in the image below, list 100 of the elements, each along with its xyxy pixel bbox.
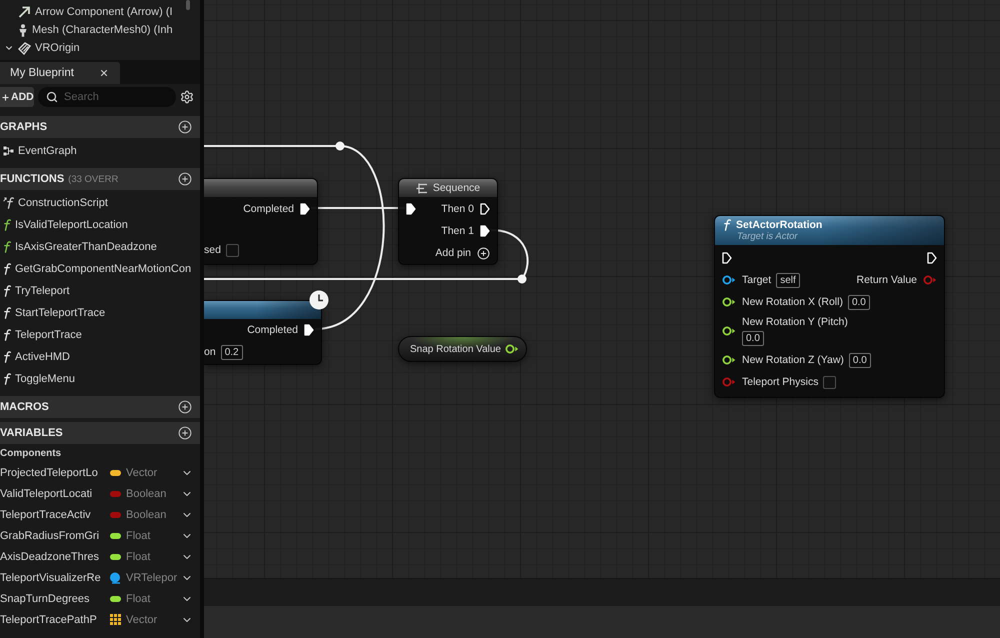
variable-name[interactable]: ProjectedTeleportLo <box>0 466 106 478</box>
variable-name[interactable]: TeleportTracePathP <box>0 614 106 626</box>
function-item[interactable]: IsAxisGreaterThanDeadzone <box>0 236 200 258</box>
scrollbar-thumb[interactable] <box>186 0 190 10</box>
section-header[interactable]: VARIABLES <box>0 422 200 444</box>
pin-label: Then 0 <box>441 203 474 215</box>
data-pin-icon[interactable] <box>722 275 736 285</box>
checkbox[interactable] <box>226 244 239 256</box>
section-header[interactable]: MACROS <box>0 396 200 418</box>
value-field[interactable]: 0.0 <box>848 294 870 310</box>
pin-label: Target <box>742 274 772 286</box>
function-icon <box>3 329 11 341</box>
pin-label: New Rotation X (Roll) <box>742 296 843 308</box>
function-item[interactable]: StartTeleportTrace <box>0 302 200 324</box>
variable-name[interactable]: ValidTeleportLocati <box>0 488 106 500</box>
data-pin-icon[interactable] <box>505 344 519 354</box>
function-icon <box>3 285 11 297</box>
function-icon <box>3 373 11 385</box>
value-field[interactable]: 0.0 <box>742 331 764 346</box>
variable-name[interactable]: TeleportVisualizerRe <box>0 572 106 584</box>
value-field[interactable]: self <box>776 272 800 288</box>
add-pin-icon[interactable] <box>477 246 490 260</box>
add-circle-icon[interactable] <box>178 400 192 414</box>
pin-label: New Rotation Z (Yaw) <box>742 354 844 366</box>
add-circle-icon[interactable] <box>178 120 192 134</box>
variable-type[interactable]: Boolean <box>124 488 179 500</box>
exec-pin-icon[interactable] <box>722 252 732 264</box>
graph-icon <box>3 146 14 156</box>
category-label: Components <box>0 448 62 458</box>
exec-pin-icon[interactable] <box>480 203 490 215</box>
variable-name[interactable]: SnapTurnDegrees <box>0 592 106 604</box>
settings-icon[interactable] <box>180 90 194 104</box>
node-title: SetActorRotation <box>736 219 822 231</box>
function-icon <box>3 197 14 209</box>
node-subtitle: Target is Actor <box>736 231 798 242</box>
branch-lines-icon <box>416 182 428 194</box>
data-pin-icon[interactable] <box>722 326 736 336</box>
variable-name[interactable]: TeleportTraceActiv <box>0 508 106 520</box>
function-item[interactable]: TryTeleport <box>0 280 200 302</box>
clock-icon <box>309 290 329 310</box>
variable-name[interactable]: GrabRadiusFromGri <box>0 530 106 542</box>
data-pin-icon[interactable] <box>722 297 736 307</box>
variable-name[interactable]: AxisDeadzoneThres <box>0 550 106 562</box>
panel-tab[interactable]: My Blueprint <box>0 62 120 84</box>
function-item[interactable]: TeleportTrace <box>0 324 200 346</box>
section-title: FUNCTIONS <box>0 173 64 185</box>
function-item[interactable]: ActiveHMD <box>0 346 200 368</box>
exec-pin-icon[interactable] <box>304 324 314 336</box>
close-icon[interactable] <box>99 68 109 78</box>
arrow-icon <box>18 6 31 18</box>
reroute-knot-icon[interactable] <box>336 142 344 150</box>
variable-type[interactable]: VRTelepor <box>124 572 179 584</box>
graph-item[interactable]: EventGraph <box>0 140 200 162</box>
function-icon <box>3 263 11 275</box>
node-title: Sequence <box>432 182 480 194</box>
value-field[interactable]: 0.2 <box>220 344 243 360</box>
value-field[interactable]: 0.0 <box>848 352 871 368</box>
variable-type[interactable]: Float <box>124 592 179 604</box>
pin-label: Teleport Physics <box>742 376 818 388</box>
section-header[interactable]: FUNCTIONS (33 OVERR <box>0 168 200 190</box>
variable-type[interactable]: Float <box>124 550 179 562</box>
section-title: MACROS <box>0 401 49 413</box>
plus-icon <box>1 92 10 102</box>
variable-type[interactable]: Vector <box>124 614 179 626</box>
add-circle-icon[interactable] <box>178 172 192 186</box>
tilted-box-icon <box>18 42 31 54</box>
tree-item[interactable]: Mesh (CharacterMesh0) (Inh <box>0 21 200 39</box>
add-circle-icon[interactable] <box>178 426 192 440</box>
pin-label: Then 1 <box>441 225 474 237</box>
section-note: (33 OVERR <box>68 174 118 184</box>
add-button[interactable]: ADD <box>0 87 34 107</box>
exec-pin-icon[interactable] <box>406 203 416 215</box>
pin-label: New Rotation Y (Pitch) <box>742 316 848 328</box>
exec-pin-icon[interactable] <box>300 203 310 215</box>
pin-label: Return Value <box>856 274 917 286</box>
section-header[interactable]: GRAPHS <box>0 116 200 138</box>
function-item[interactable]: ToggleMenu <box>0 368 200 390</box>
function-item[interactable]: GetGrabComponentNearMotionCon <box>0 258 200 280</box>
function-icon <box>3 219 11 231</box>
exec-pin-icon[interactable] <box>480 225 490 237</box>
search-field[interactable]: Search <box>38 87 176 107</box>
function-icon <box>3 307 11 319</box>
variable-type[interactable]: Vector <box>124 466 179 478</box>
checkbox[interactable] <box>823 376 836 388</box>
tree-item[interactable]: VROrigin <box>0 39 200 57</box>
pin-label: Completed <box>243 203 294 215</box>
reroute-knot-icon[interactable] <box>518 274 526 284</box>
function-item[interactable]: IsValidTeleportLocation <box>0 214 200 236</box>
pin-label: Add pin <box>435 247 471 259</box>
pin-label: Completed <box>247 324 298 336</box>
section-title: VARIABLES <box>0 427 63 439</box>
search-icon <box>46 91 58 103</box>
variable-type[interactable]: Boolean <box>124 508 179 520</box>
data-pin-icon[interactable] <box>722 355 736 365</box>
section-title: GRAPHS <box>0 121 48 133</box>
exec-pin-icon[interactable] <box>927 252 937 264</box>
pin-label: on <box>204 346 216 358</box>
function-item[interactable]: ConstructionScript <box>0 192 200 214</box>
variable-type[interactable]: Float <box>124 530 179 542</box>
tree-item[interactable]: Arrow Component (Arrow) (I <box>0 3 200 21</box>
